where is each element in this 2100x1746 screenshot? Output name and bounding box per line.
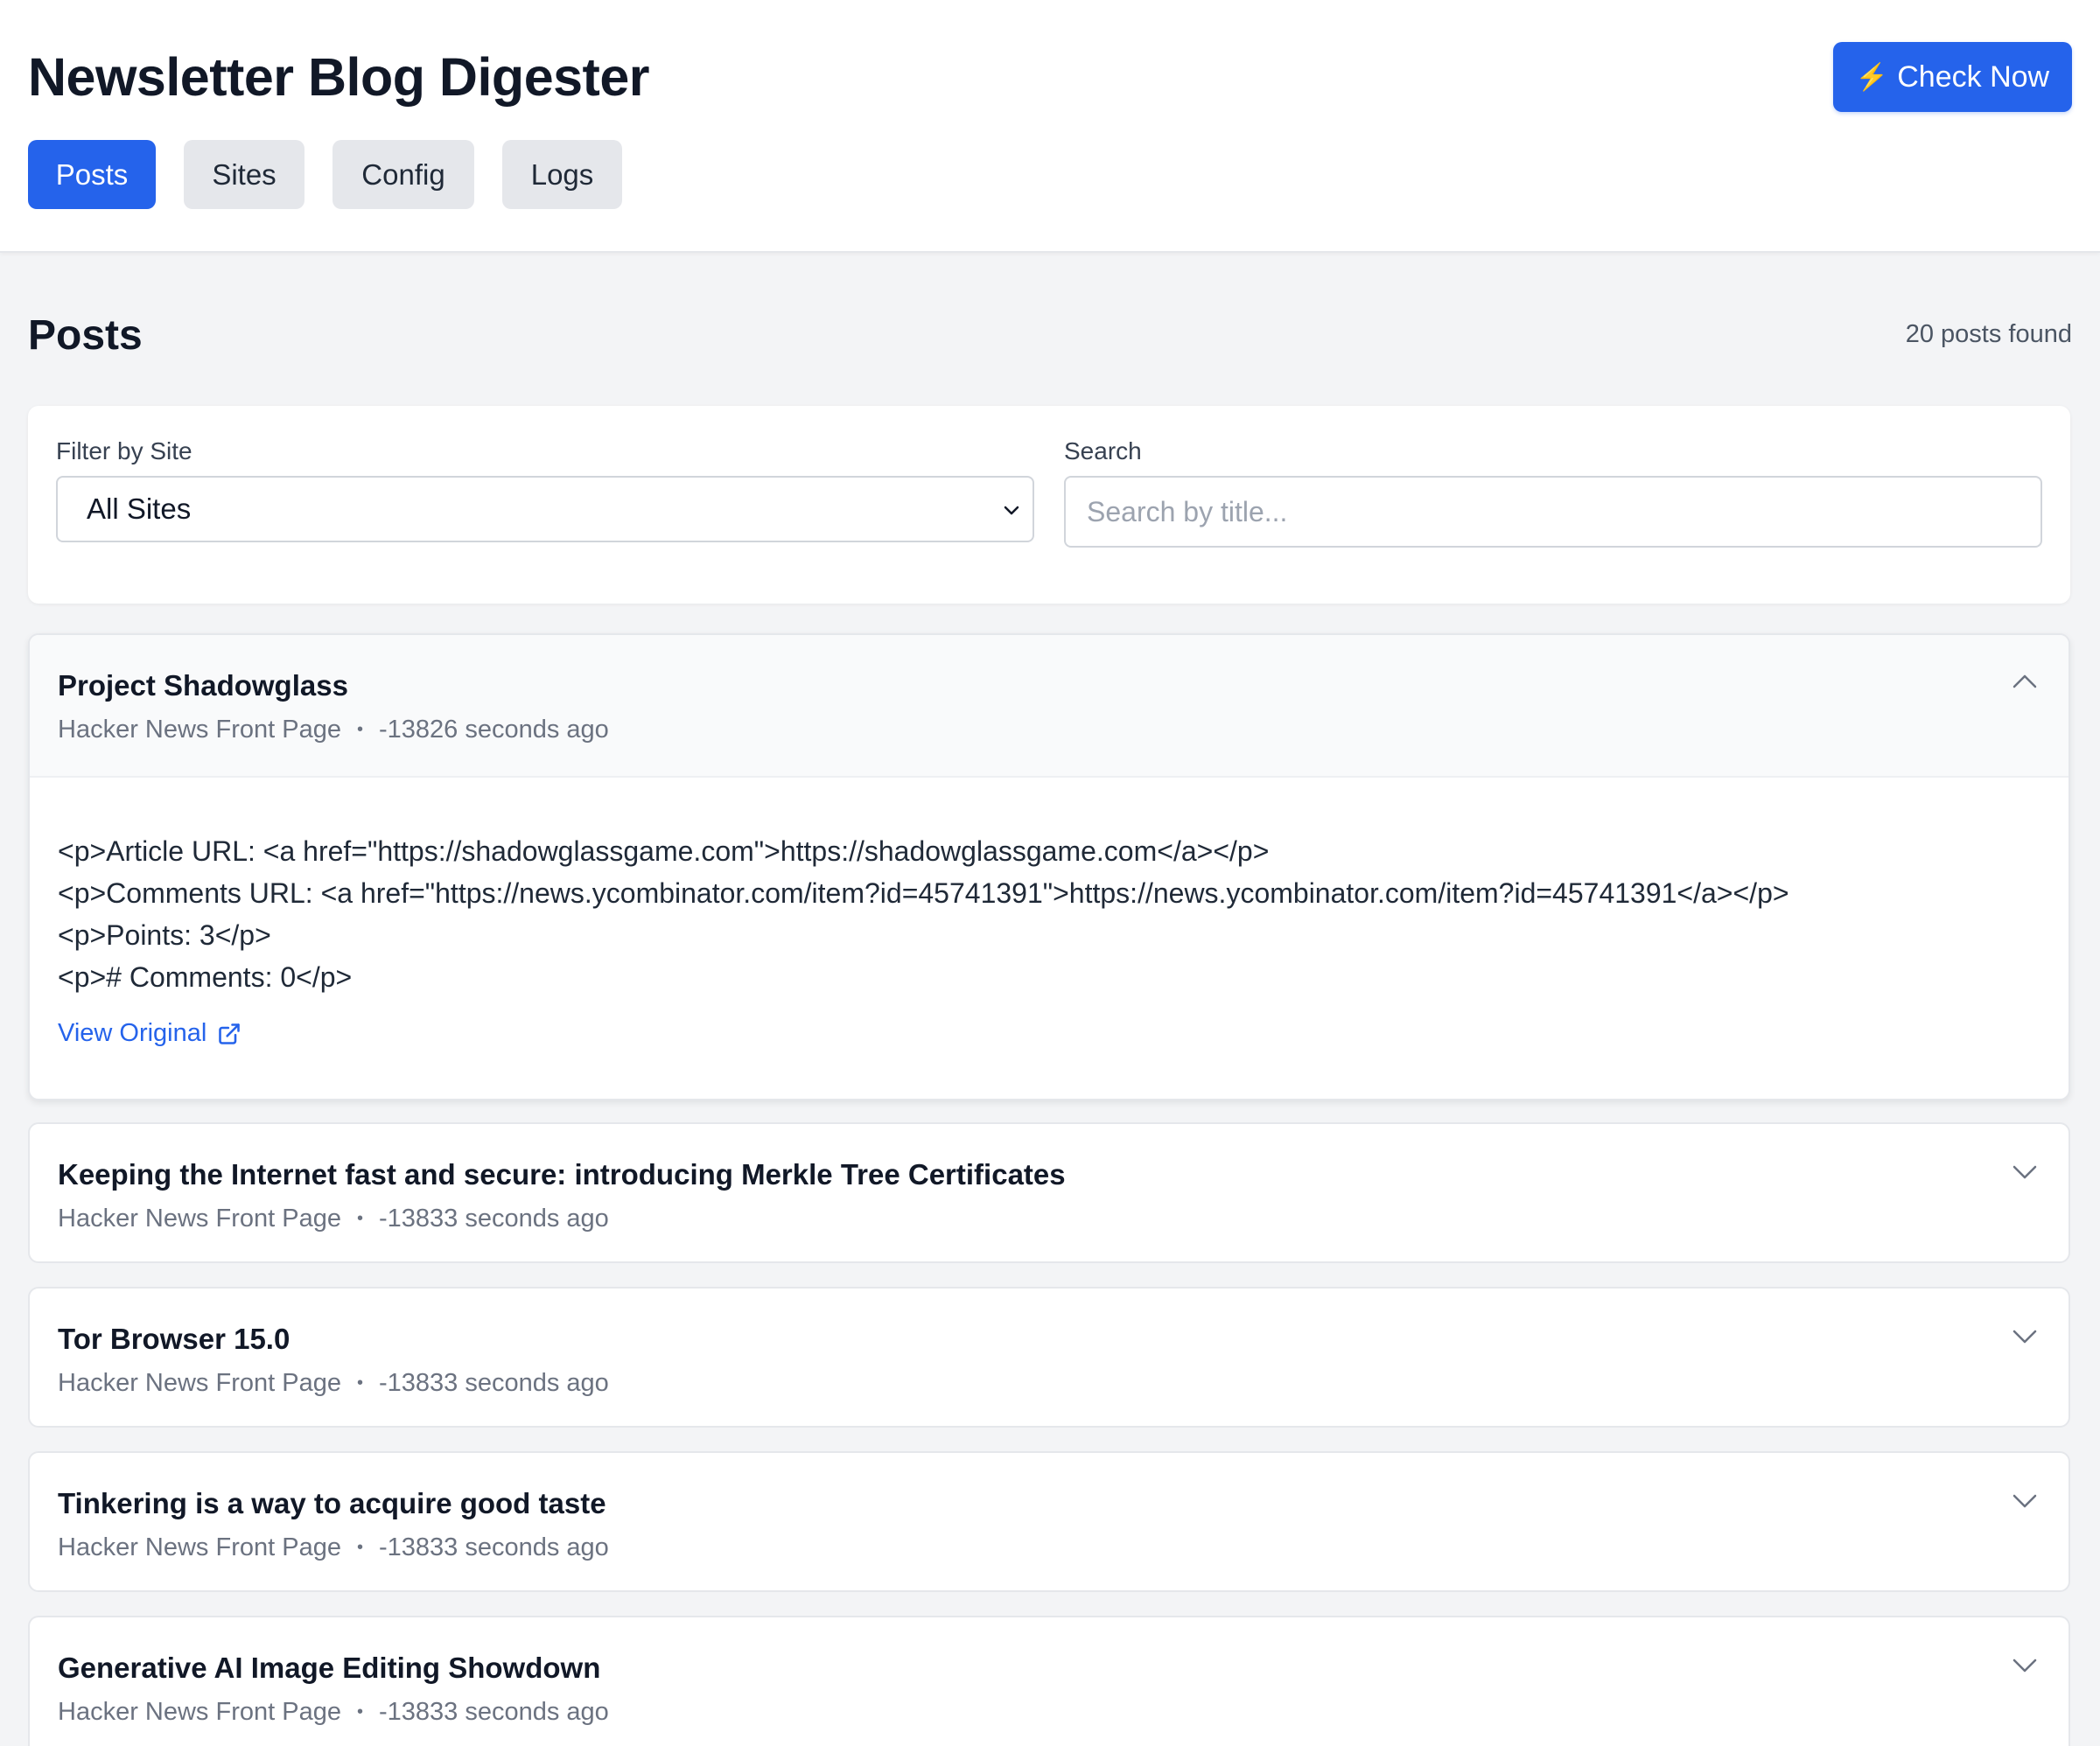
post-card: Project Shadowglass Hacker News Front Pa… bbox=[28, 633, 2070, 1100]
app-title: Newsletter Blog Digester bbox=[28, 47, 650, 107]
view-original-link[interactable]: View Original bbox=[58, 1019, 242, 1048]
post-card: Keeping the Internet fast and secure: in… bbox=[28, 1122, 2070, 1263]
post-content: <p>Article URL: <a href="https://shadowg… bbox=[58, 835, 1789, 993]
search-label: Search bbox=[1064, 437, 1142, 464]
post-site: Hacker News Front Page bbox=[58, 1205, 341, 1233]
post-card: Tor Browser 15.0 Hacker News Front Page … bbox=[28, 1287, 2070, 1428]
separator-dot: • bbox=[356, 1373, 363, 1393]
post-meta: Hacker News Front Page • -13833 seconds … bbox=[58, 1533, 609, 1562]
separator-dot: • bbox=[356, 1538, 363, 1557]
separator-dot: • bbox=[356, 720, 363, 739]
post-time: -13833 seconds ago bbox=[378, 1533, 609, 1561]
post-meta: Hacker News Front Page • -13833 seconds … bbox=[58, 1369, 609, 1398]
post-meta: Hacker News Front Page • -13833 seconds … bbox=[58, 1205, 609, 1233]
tab-sites[interactable]: Sites bbox=[184, 140, 304, 209]
lightning-bolt-icon: ⚡ bbox=[1855, 62, 1889, 92]
chevron-down-icon[interactable] bbox=[2011, 1322, 2039, 1350]
page-title: Posts bbox=[28, 312, 143, 359]
post-time: -13833 seconds ago bbox=[378, 1205, 609, 1233]
app-header: Newsletter Blog Digester ⚡ Check Now Pos… bbox=[0, 0, 2100, 253]
post-body: <p>Article URL: <a href="https://shadowg… bbox=[30, 778, 2068, 1048]
post-title: Generative AI Image Editing Showdown bbox=[58, 1652, 601, 1684]
post-title: Project Shadowglass bbox=[58, 669, 348, 702]
check-now-button[interactable]: ⚡ Check Now bbox=[1833, 42, 2072, 112]
post-site: Hacker News Front Page bbox=[58, 1533, 341, 1561]
chevron-up-icon[interactable] bbox=[2011, 668, 2039, 696]
tab-posts[interactable]: Posts bbox=[28, 140, 156, 209]
post-header[interactable]: Tinkering is a way to acquire good taste… bbox=[30, 1453, 2068, 1590]
post-meta: Hacker News Front Page • -13833 seconds … bbox=[58, 1698, 609, 1727]
filter-panel: Filter by Site All Sites Search bbox=[28, 406, 2070, 604]
post-site: Hacker News Front Page bbox=[58, 716, 341, 744]
post-title: Tor Browser 15.0 bbox=[58, 1323, 290, 1355]
tab-config[interactable]: Config bbox=[332, 140, 474, 209]
separator-dot: • bbox=[356, 1209, 363, 1228]
post-time: -13833 seconds ago bbox=[378, 1369, 609, 1397]
external-link-icon bbox=[219, 1023, 241, 1044]
post-header[interactable]: Tor Browser 15.0 Hacker News Front Page … bbox=[30, 1289, 2068, 1426]
post-time: -13826 seconds ago bbox=[378, 716, 609, 744]
post-title: Keeping the Internet fast and secure: in… bbox=[58, 1158, 1066, 1191]
separator-dot: • bbox=[356, 1702, 363, 1722]
check-now-label: Check Now bbox=[1897, 59, 2050, 94]
site-filter-value: All Sites bbox=[87, 492, 192, 525]
post-time: -13833 seconds ago bbox=[378, 1698, 609, 1726]
chevron-down-icon[interactable] bbox=[2011, 1486, 2039, 1514]
posts-count: 20 posts found bbox=[1905, 320, 2072, 348]
view-original-label: View Original bbox=[58, 1019, 207, 1047]
main-tabs: Posts Sites Config Logs bbox=[28, 140, 650, 209]
chevron-down-icon bbox=[1004, 506, 1019, 515]
chevron-down-icon[interactable] bbox=[2011, 1651, 2039, 1679]
post-card: Generative AI Image Editing Showdown Hac… bbox=[28, 1616, 2070, 1746]
tab-logs[interactable]: Logs bbox=[502, 140, 622, 209]
site-filter-select[interactable]: All Sites bbox=[56, 476, 1034, 542]
post-site: Hacker News Front Page bbox=[58, 1698, 341, 1726]
site-filter-label: Filter by Site bbox=[56, 437, 192, 464]
search-input[interactable] bbox=[1064, 476, 2042, 548]
post-header[interactable]: Project Shadowglass Hacker News Front Pa… bbox=[30, 635, 2068, 778]
post-site: Hacker News Front Page bbox=[58, 1369, 341, 1397]
post-title: Tinkering is a way to acquire good taste bbox=[58, 1487, 606, 1519]
chevron-down-icon[interactable] bbox=[2011, 1157, 2039, 1185]
post-header[interactable]: Keeping the Internet fast and secure: in… bbox=[30, 1124, 2068, 1261]
post-meta: Hacker News Front Page • -13826 seconds … bbox=[58, 716, 609, 744]
post-header[interactable]: Generative AI Image Editing Showdown Hac… bbox=[30, 1617, 2068, 1746]
post-card: Tinkering is a way to acquire good taste… bbox=[28, 1451, 2070, 1592]
